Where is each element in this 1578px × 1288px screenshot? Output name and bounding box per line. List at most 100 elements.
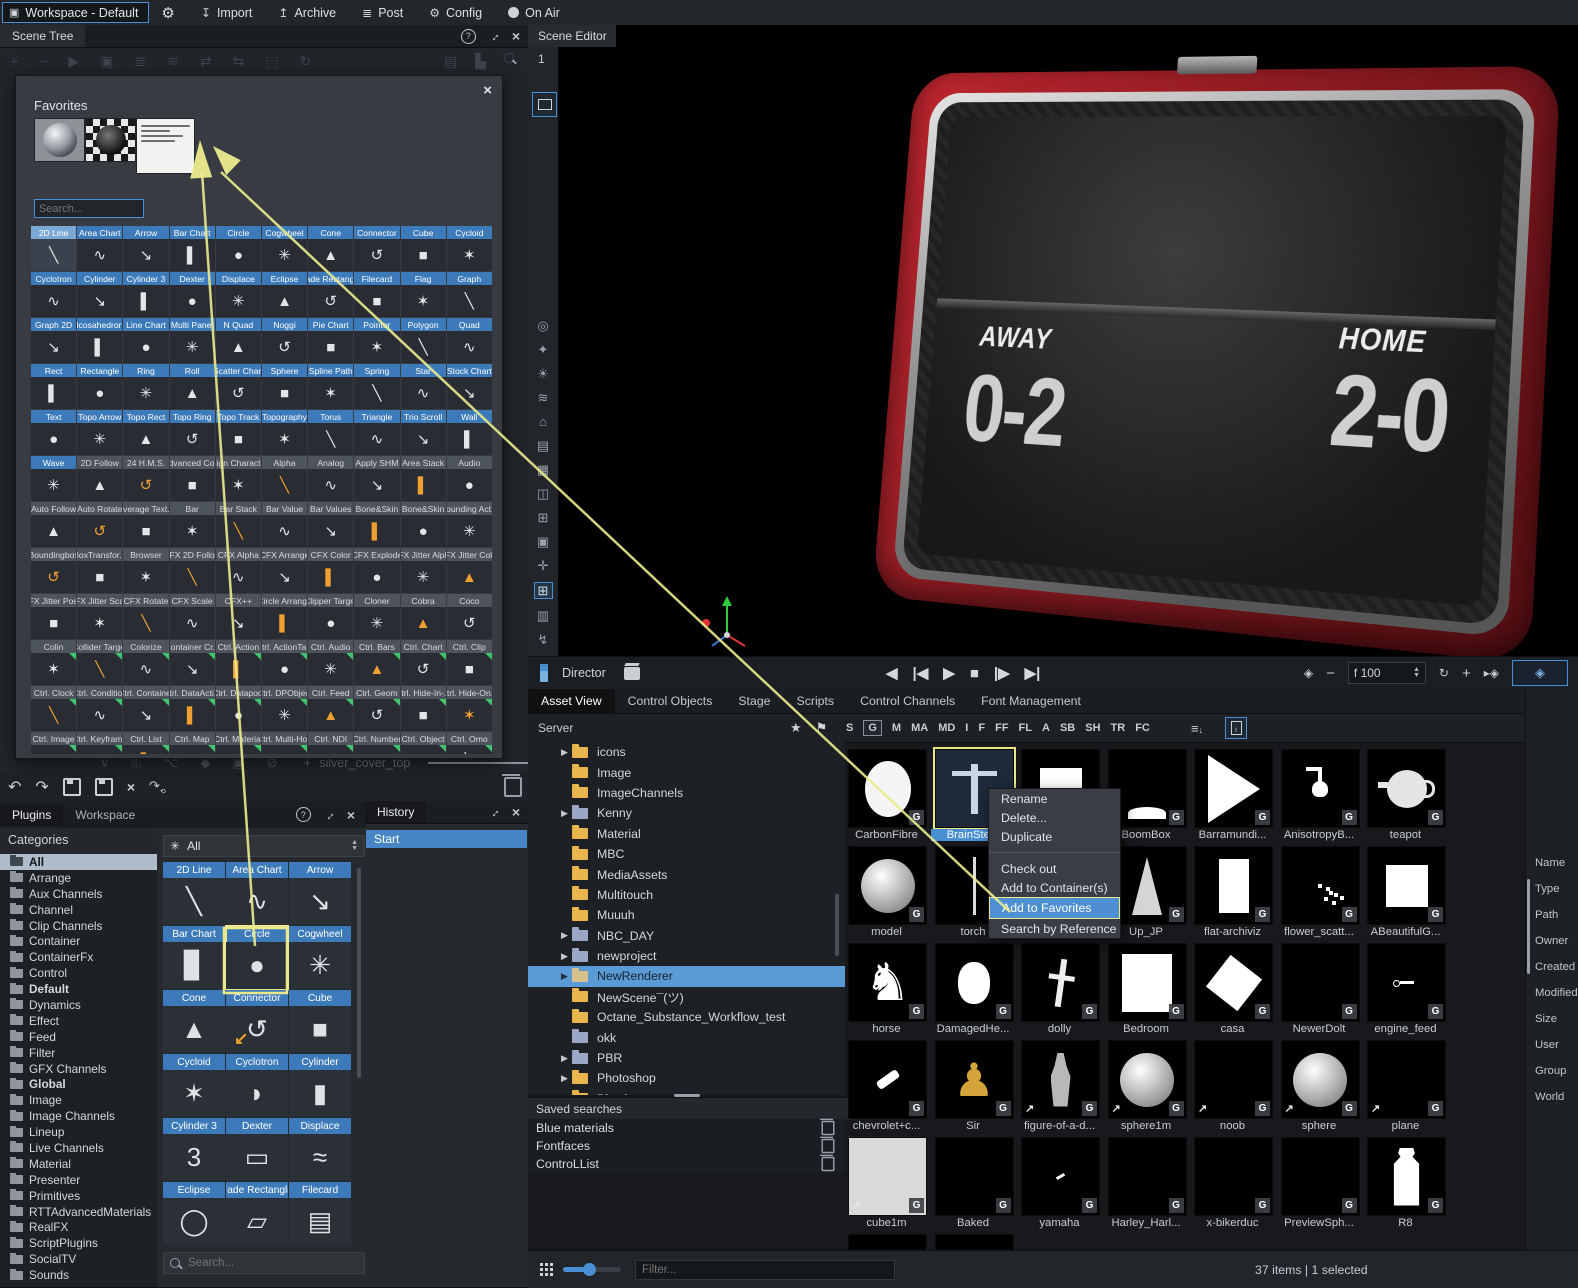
plugin-cell-triangle[interactable]: Triangle∿ <box>354 410 399 455</box>
category-realfx[interactable]: RealFX <box>0 1219 157 1235</box>
plus-icon[interactable]: + <box>1462 665 1471 682</box>
plugin-cell-boundingbox[interactable]: Boundingbox↺ <box>31 548 76 593</box>
expand-icon[interactable]: ↔ <box>485 803 503 821</box>
plugin-cell-cfx-alpha[interactable]: CFX Alpha∿ <box>216 548 261 593</box>
letter-filter-f[interactable]: F <box>978 722 985 734</box>
plugin-cell-ctrl-material[interactable]: Ctrl. Material✳ <box>216 732 261 754</box>
tree-item-okk[interactable]: ▶okk <box>528 1027 845 1047</box>
menu-item-search-by-reference[interactable]: Search by Reference <box>989 919 1120 938</box>
expander-icon[interactable]: ▶ <box>561 951 572 962</box>
menu-item-duplicate[interactable]: Duplicate <box>989 827 1120 846</box>
save-all-icon[interactable] <box>95 778 113 796</box>
details-label-path[interactable]: Path <box>1535 909 1558 921</box>
tree-item-photoshop[interactable]: ▶Photoshop <box>528 1068 845 1088</box>
details-label-modified[interactable]: Modified <box>1535 987 1578 999</box>
plugin-cell-auto-follow[interactable]: Auto Follow▲ <box>31 502 76 547</box>
plugin-tile-connector[interactable]: Connector↺↙ <box>226 990 288 1053</box>
tab-control-objects[interactable]: Control Objects <box>615 689 726 713</box>
plugin-cell-ctrl-audio[interactable]: Ctrl. Audio✳ <box>308 640 353 685</box>
asset-tile-sir[interactable]: ♟G <box>935 1040 1014 1119</box>
tree-item-icons[interactable]: ▶icons <box>528 742 845 762</box>
category-gfx-channels[interactable]: GFX Channels <box>0 1061 157 1077</box>
plugin-cell-area-chart[interactable]: Area Chart∿ <box>77 226 122 271</box>
grid-view-icon[interactable] <box>540 1263 553 1276</box>
plugin-tile-cube[interactable]: Cube■ <box>289 990 351 1053</box>
category-presenter[interactable]: Presenter <box>0 1172 157 1188</box>
keyframe-in-icon[interactable]: ◈ <box>1304 666 1313 680</box>
viewport-tool-11[interactable]: ⊞ <box>534 582 553 599</box>
letter-filter-sb[interactable]: SB <box>1060 722 1075 734</box>
plugin-cell-cfx-arrange[interactable]: CFX Arrange↘ <box>262 548 307 593</box>
spinner-icon[interactable]: ▲▼ <box>351 840 358 852</box>
tab-stage[interactable]: Stage <box>725 689 783 713</box>
plugin-cell-cycloid[interactable]: Cycloid✶ <box>447 226 492 271</box>
plugin-tile-cycloid[interactable]: Cycloid✶ <box>163 1054 225 1117</box>
viewport-tool-6[interactable]: ▦ <box>535 462 552 477</box>
close-icon[interactable]: × <box>347 807 355 823</box>
plugin-cell-cube[interactable]: Cube■ <box>401 226 446 271</box>
frame-spinner[interactable]: ▲▼ <box>1413 667 1420 679</box>
plugin-cell-cyclotron[interactable]: Cyclotron∿ <box>31 272 76 317</box>
tab-scripts[interactable]: Scripts <box>784 689 848 713</box>
plugin-cell-topo-track[interactable]: Topo Track■ <box>216 410 261 455</box>
save-icon[interactable] <box>63 778 81 796</box>
asset-tile-casa[interactable]: G <box>1194 943 1273 1022</box>
plugin-cell-graph[interactable]: Graph╲ <box>447 272 492 317</box>
plugin-cell-analog[interactable]: Analog∿ <box>308 456 353 501</box>
plugin-cell-n-quad[interactable]: N Quad▲ <box>216 318 261 363</box>
undo-icon[interactable]: ↶ <box>8 777 21 797</box>
plugin-cell-scatter-chart[interactable]: Scatter Chart↺ <box>216 364 261 409</box>
plugin-search-input[interactable] <box>186 1256 340 1270</box>
script-card-thumbnail[interactable] <box>136 118 195 174</box>
plugin-cell-boxtransfor[interactable]: BoxTransfor...■ <box>77 548 122 593</box>
keyframe-mode-button[interactable]: ◈ <box>1512 660 1568 686</box>
plugin-cell-fade-rectangle[interactable]: Fade Rectangle↺ <box>308 272 353 317</box>
plugin-cell-ctrl-bars[interactable]: Ctrl. Bars▲ <box>354 640 399 685</box>
saved-search-blue-materials[interactable]: Blue materials <box>528 1119 845 1137</box>
category-rttadvancedmaterials[interactable]: RTTAdvancedMaterials <box>0 1204 157 1220</box>
plugin-cell-cylinder-3[interactable]: Cylinder 3▌ <box>123 272 168 317</box>
thumbnail-size-slider[interactable] <box>563 1267 621 1272</box>
asset-tile-dolly[interactable]: G <box>1021 943 1100 1022</box>
plugin-cell-cfx[interactable]: CFX++↘ <box>216 594 261 639</box>
plugin-cell-2d-line[interactable]: 2D Line╲ <box>31 226 76 271</box>
scene-tree-tool-8[interactable]: ⬚ <box>265 53 278 70</box>
plugin-cell-displace[interactable]: Displace✳ <box>216 272 261 317</box>
asset-tile-carbonfibre[interactable]: G <box>848 749 927 828</box>
scene-tree-tool-3[interactable]: ▣ <box>100 53 113 70</box>
asset-filter-input[interactable] <box>635 1260 895 1280</box>
plugin-tile-bar-chart[interactable]: Bar Chart▊ <box>163 926 225 989</box>
tree-item-newrenderer[interactable]: ▶NewRenderer <box>528 966 845 986</box>
plugin-cell-ctrl-multi-hop[interactable]: Ctrl. Multi-Hop▲ <box>262 732 307 754</box>
tree-item-octane-substance-workflow-test[interactable]: ▶Octane_Substance_Workflow_test <box>528 1007 845 1027</box>
plugin-tile-area-chart[interactable]: Area Chart∿ <box>226 862 288 925</box>
plugin-cell-ctrl-hide-on[interactable]: Ctrl. Hide-On...✶ <box>447 686 492 731</box>
tab-font-management[interactable]: Font Management <box>968 689 1094 713</box>
expander-icon[interactable]: ▶ <box>561 1053 572 1064</box>
plugin-cell-bar-chart[interactable]: Bar Chart▌ <box>170 226 215 271</box>
asset-tile-teapot[interactable]: G <box>1367 749 1446 828</box>
tab-workspace[interactable]: Workspace <box>63 804 147 826</box>
bookmark-icon[interactable]: ⚑ <box>816 720 828 736</box>
trash-icon[interactable] <box>822 1139 835 1153</box>
asset-tile-sphere1m[interactable]: G↗ <box>1108 1040 1187 1119</box>
asset-tile-r8[interactable]: G <box>1367 1137 1446 1216</box>
letter-filter-fl[interactable]: FL <box>1019 722 1032 734</box>
letter-filter-m[interactable]: M <box>892 722 901 734</box>
menu-item-rename[interactable]: Rename <box>989 789 1120 808</box>
category-clip-channels[interactable]: Clip Channels <box>0 918 157 934</box>
tree-item-image[interactable]: ▶Image <box>528 762 845 782</box>
topbar-item-import[interactable]: ↧Import <box>201 6 253 20</box>
category-channel[interactable]: Channel <box>0 902 157 918</box>
plugin-cell-ctrl-dataacti[interactable]: Ctrl. DataActi...▌ <box>170 686 215 731</box>
plugin-cell-ctrl-feed[interactable]: Ctrl. Feed▲ <box>308 686 353 731</box>
tree-item-imagechannels[interactable]: ▶ImageChannels <box>528 783 845 803</box>
plugin-scrollbar[interactable] <box>357 868 361 1078</box>
render-view-button[interactable] <box>532 92 557 117</box>
transport-next-frame-icon[interactable]: |▶ <box>994 664 1010 682</box>
asset-tile-baked[interactable]: G <box>935 1137 1014 1216</box>
plugin-cell-polygon[interactable]: Polygon╲ <box>401 318 446 363</box>
letter-filter-ma[interactable]: MA <box>911 722 928 734</box>
history-item-start[interactable]: Start <box>366 830 527 848</box>
plugin-cell-quad[interactable]: Quad∿ <box>447 318 492 363</box>
